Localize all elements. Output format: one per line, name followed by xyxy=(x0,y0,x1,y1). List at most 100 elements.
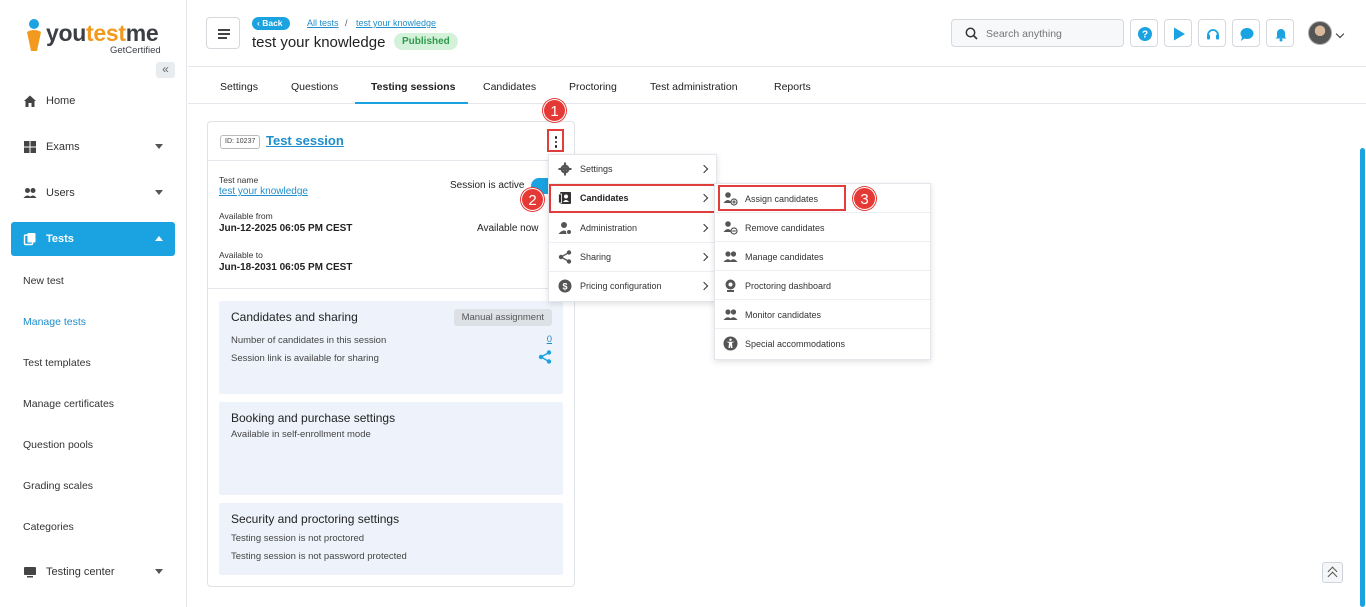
notifications-button[interactable] xyxy=(1266,19,1294,47)
search-icon xyxy=(965,27,978,40)
chevron-up-icon xyxy=(155,236,163,241)
submenu-item-manage-candidates[interactable]: Manage candidates xyxy=(715,242,930,271)
sidebar-subitem-new-test[interactable]: New test xyxy=(23,275,64,287)
tab-bar: Settings Questions Testing sessions Cand… xyxy=(188,67,1366,104)
chat-button[interactable] xyxy=(1232,19,1260,47)
breadcrumb-test[interactable]: test your knowledge xyxy=(356,18,436,28)
menu-item-candidates[interactable]: Candidates xyxy=(549,184,716,213)
scrollbar[interactable] xyxy=(1360,148,1365,607)
submenu-item-label: Special accommodations xyxy=(745,339,846,349)
session-id-badge: ID: 10237 xyxy=(220,135,261,149)
hamburger-icon xyxy=(218,29,230,31)
sidebar-item-users[interactable]: Users xyxy=(11,176,175,210)
candidates-icon xyxy=(558,192,571,204)
sidebar-item-home[interactable]: Home xyxy=(11,84,175,118)
tab-questions[interactable]: Questions xyxy=(291,81,338,93)
help-button[interactable]: ? xyxy=(1130,19,1158,47)
session-options-button[interactable] xyxy=(547,129,564,152)
sidebar-subitem-manage-tests[interactable]: Manage tests xyxy=(23,316,86,328)
video-tutorial-button[interactable] xyxy=(1164,19,1192,47)
menu-item-settings[interactable]: Settings xyxy=(549,155,716,184)
back-button[interactable]: ‹ Back xyxy=(252,17,290,30)
monitor-candidates-icon xyxy=(723,309,738,320)
sidebar-subitem-grading-scales[interactable]: Grading scales xyxy=(23,480,93,492)
session-status-text: Session is active xyxy=(450,180,525,191)
menu-item-label: Pricing configuration xyxy=(580,281,662,291)
tab-testing-sessions[interactable]: Testing sessions xyxy=(371,81,455,93)
booking-mode-text: Available in self-enrollment mode xyxy=(231,429,371,440)
menu-item-pricing[interactable]: $ Pricing configuration xyxy=(549,272,716,301)
sidebar-item-tests[interactable]: Tests xyxy=(11,222,175,256)
submenu-item-label: Monitor candidates xyxy=(745,310,822,320)
menu-item-administration[interactable]: Administration xyxy=(549,214,716,243)
sidebar-subitem-question-pools[interactable]: Question pools xyxy=(23,439,93,451)
webcam-icon xyxy=(725,279,736,292)
chevron-right-icon xyxy=(699,193,709,203)
chevron-up-icon xyxy=(1327,571,1338,582)
tab-reports[interactable]: Reports xyxy=(774,81,811,93)
sidebar-item-exams[interactable]: Exams xyxy=(11,130,175,164)
submenu-item-monitor-candidates[interactable]: Monitor candidates xyxy=(715,300,930,329)
menu-toggle-button[interactable] xyxy=(206,17,240,49)
step-marker-1: 1 xyxy=(543,99,566,122)
breadcrumb-all-tests[interactable]: All tests xyxy=(307,18,339,28)
avatar[interactable] xyxy=(1308,21,1332,45)
session-options-menu: Settings Candidates Administration Shari… xyxy=(548,154,717,302)
step-marker-2: 2 xyxy=(521,188,544,211)
support-button[interactable] xyxy=(1198,19,1226,47)
headset-icon xyxy=(1207,29,1219,40)
sidebar-item-label: Home xyxy=(46,95,76,107)
logo-part2: test xyxy=(86,20,126,46)
users-icon xyxy=(23,188,37,198)
submenu-item-proctoring-dashboard[interactable]: Proctoring dashboard xyxy=(715,271,930,300)
divider xyxy=(208,288,574,289)
home-icon xyxy=(24,95,36,107)
tab-proctoring[interactable]: Proctoring xyxy=(569,81,617,93)
kebab-icon xyxy=(554,140,557,143)
chat-icon xyxy=(1240,28,1254,41)
share-icon[interactable] xyxy=(538,350,552,364)
submenu-item-label: Manage candidates xyxy=(745,252,824,262)
submenu-item-special-accommodations[interactable]: Special accommodations xyxy=(715,329,930,358)
available-from-label: Available from xyxy=(219,211,273,221)
administration-icon xyxy=(558,222,572,235)
logo-part3: me xyxy=(125,20,159,46)
tab-candidates[interactable]: Candidates xyxy=(483,81,536,93)
chevron-right-icon xyxy=(699,281,709,291)
play-icon xyxy=(1174,27,1185,41)
chevron-down-icon xyxy=(155,190,163,195)
manage-candidates-icon xyxy=(723,251,738,262)
session-title-link[interactable]: Test session xyxy=(266,133,344,148)
sidebar-subitem-manage-certificates[interactable]: Manage certificates xyxy=(23,398,114,410)
sidebar-item-label: Users xyxy=(46,187,75,199)
chevron-right-icon xyxy=(699,252,709,262)
logo[interactable]: youtestme GetCertified xyxy=(24,16,174,56)
sidebar-subitem-categories[interactable]: Categories xyxy=(23,521,74,533)
tab-settings[interactable]: Settings xyxy=(220,81,258,93)
collapse-sidebar-button[interactable]: « xyxy=(156,62,175,78)
svg-text:?: ? xyxy=(1142,30,1148,41)
submenu-item-label: Remove candidates xyxy=(745,223,825,233)
session-link-label: Session link is available for sharing xyxy=(231,353,379,364)
sidebar-item-testing-center[interactable]: Testing center xyxy=(11,555,175,589)
dollar-icon: $ xyxy=(558,279,572,293)
chevron-down-icon[interactable] xyxy=(1335,29,1345,39)
search-input[interactable] xyxy=(986,26,1116,41)
section-title: Candidates and sharing xyxy=(231,310,358,324)
tab-test-administration[interactable]: Test administration xyxy=(650,81,738,93)
breadcrumb-separator: / xyxy=(345,18,348,28)
test-name-link[interactable]: test your knowledge xyxy=(219,186,308,197)
security-proctoring-section: Security and proctoring settings Testing… xyxy=(219,503,563,575)
sidebar-subitem-test-templates[interactable]: Test templates xyxy=(23,357,91,369)
candidates-count-link[interactable]: 0 xyxy=(547,334,552,345)
hamburger-icon xyxy=(218,37,227,39)
search-box[interactable] xyxy=(951,19,1124,47)
submenu-item-label: Proctoring dashboard xyxy=(745,281,832,291)
menu-item-sharing[interactable]: Sharing xyxy=(549,243,716,272)
section-title: Booking and purchase settings xyxy=(231,411,396,425)
remove-candidate-icon xyxy=(723,221,738,235)
logo-part1: you xyxy=(46,20,86,46)
submenu-item-remove-candidates[interactable]: Remove candidates xyxy=(715,213,930,242)
scroll-to-top-button[interactable] xyxy=(1322,562,1343,583)
available-from-value: Jun-12-2025 06:05 PM CEST xyxy=(219,223,353,234)
